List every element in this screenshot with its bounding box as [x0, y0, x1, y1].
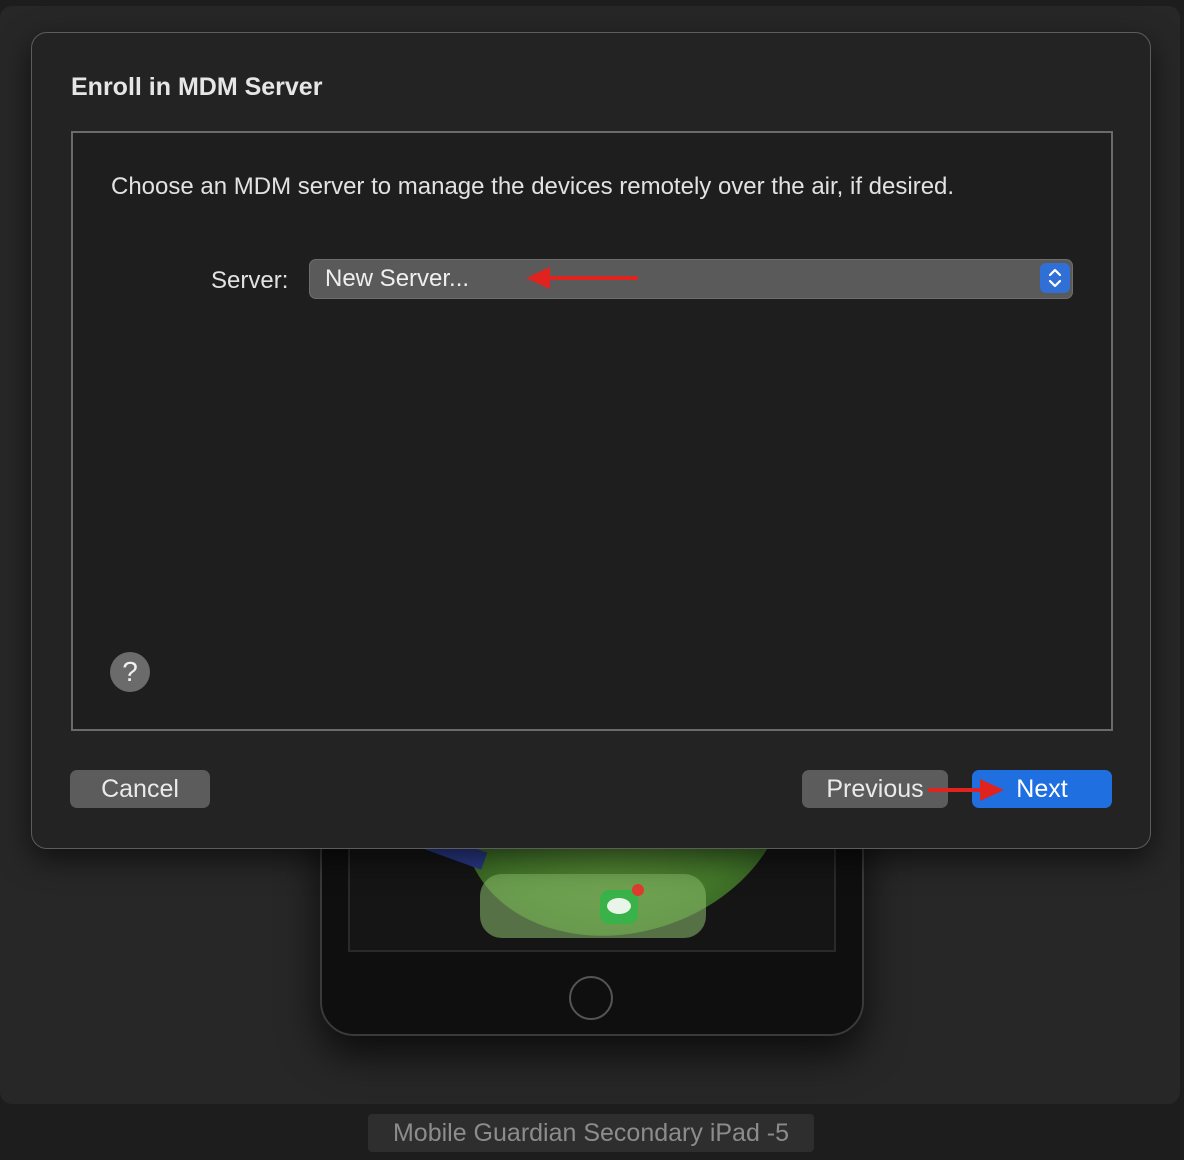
server-selected-value: New Server... — [325, 265, 470, 292]
help-button[interactable]: ? — [110, 652, 150, 692]
cancel-button[interactable]: Cancel — [70, 770, 210, 808]
enroll-mdm-sheet: Enroll in MDM Server Choose an MDM serve… — [31, 32, 1151, 849]
messages-app-icon — [600, 890, 638, 924]
description-text: Choose an MDM server to manage the devic… — [111, 173, 955, 200]
up-down-chevron-icon — [1040, 263, 1070, 293]
previous-button[interactable]: Previous — [802, 770, 948, 808]
notification-badge — [632, 884, 644, 896]
sheet-title: Enroll in MDM Server — [71, 73, 323, 101]
content-panel: Choose an MDM server to manage the devic… — [71, 131, 1113, 731]
ipad-dock — [480, 874, 706, 938]
server-popup-button[interactable]: New Server... — [309, 259, 1073, 299]
device-name-label: Mobile Guardian Secondary iPad -5 — [368, 1114, 814, 1152]
home-button-icon — [569, 976, 613, 1020]
next-button[interactable]: Next — [972, 770, 1112, 808]
server-label: Server: — [211, 267, 289, 294]
